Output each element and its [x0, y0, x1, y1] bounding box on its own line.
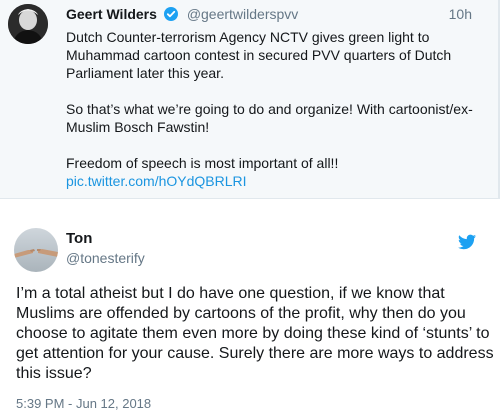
media-link[interactable]: pic.twitter.com/hOYdQBRLRI: [66, 172, 476, 190]
tweet-paragraph: So that’s what we’re going to do and org…: [66, 101, 473, 135]
author-handle[interactable]: @tonesterify: [66, 250, 145, 266]
reply-tweet: Ton @tonesterify I’m a total atheist but…: [0, 200, 502, 418]
author-avatar[interactable]: [8, 4, 48, 44]
relative-time[interactable]: 10h: [449, 6, 472, 22]
author-handle[interactable]: @geertwilderspvv: [187, 6, 298, 22]
twitter-bird-icon[interactable]: [458, 234, 476, 250]
author-name[interactable]: Geert Wilders: [66, 6, 157, 22]
quoted-tweet-text: Dutch Counter-terrorism Agency NCTV give…: [66, 28, 476, 190]
author-name[interactable]: Ton: [66, 230, 92, 247]
tweet-text: I’m a total atheist but I do have one qu…: [16, 285, 494, 382]
quoted-tweet-header: Geert Wilders @geertwilderspvv 10h: [66, 6, 490, 24]
verified-badge-icon: [164, 7, 179, 21]
timestamp[interactable]: 5:39 PM - Jun 12, 2018: [16, 396, 151, 411]
tweet-paragraph: Dutch Counter-terrorism Agency NCTV give…: [66, 29, 452, 81]
tweet-paragraph: Freedom of speech is most important of a…: [66, 155, 339, 171]
quoted-tweet[interactable]: Geert Wilders @geertwilderspvv 10h Dutch…: [0, 0, 500, 199]
author-avatar[interactable]: [14, 228, 58, 272]
